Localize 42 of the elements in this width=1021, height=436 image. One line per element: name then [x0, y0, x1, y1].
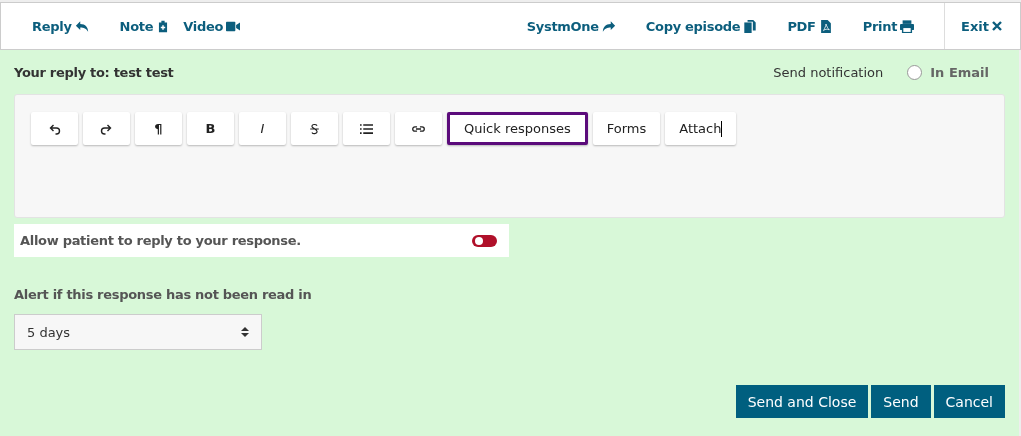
allow-reply-label: Allow patient to reply to your response. — [20, 233, 301, 248]
nav-link[interactable]: Print — [862, 18, 915, 34]
toolbar-button[interactable]: Quick responses — [447, 112, 588, 145]
toolbar-button[interactable]: Forms — [592, 112, 661, 145]
action-button[interactable]: Send and Close — [735, 385, 869, 418]
toolbar-button[interactable] — [395, 112, 442, 145]
toolbar-button[interactable]: I — [239, 112, 286, 145]
days-select[interactable]: 5 days — [14, 314, 262, 350]
toolbar-button[interactable]: B — [187, 112, 234, 145]
nav-link[interactable]: Copy episode — [645, 18, 758, 34]
close-icon — [992, 21, 1002, 31]
toolbar-button[interactable]: ¶ — [135, 112, 182, 145]
pdf-file-icon — [818, 19, 833, 33]
radio-button[interactable] — [907, 64, 923, 80]
radio-label[interactable]: In Email — [930, 64, 989, 80]
copy-icon — [743, 19, 758, 33]
notification-label: Send notification — [773, 64, 884, 80]
action-button[interactable]: Cancel — [933, 385, 1005, 418]
nav-link[interactable]: SystmOne — [526, 18, 616, 34]
toolbar-button[interactable] — [31, 112, 78, 145]
redo-icon — [100, 122, 113, 135]
editor-panel[interactable]: ¶ B I Quick responses Forms Attach — [14, 94, 1005, 218]
alert-label: Alert if this response has not been read in — [14, 287, 313, 302]
nav-link[interactable]: Video — [183, 18, 241, 34]
reply-to-label: Your reply to: test test — [14, 64, 174, 80]
toolbar-button[interactable] — [291, 112, 338, 145]
reply-arrow-icon — [74, 19, 89, 33]
nav-link[interactable]: Reply — [32, 18, 89, 34]
printer-icon — [900, 19, 915, 33]
toolbar-button[interactable] — [343, 112, 390, 145]
nav-link[interactable]: PDF — [787, 18, 833, 34]
share-arrow-icon — [601, 19, 616, 33]
action-button[interactable]: Send — [871, 385, 931, 418]
toggle-switch[interactable] — [472, 234, 497, 247]
undo-icon — [48, 122, 61, 135]
toolbar-button[interactable]: Attach — [665, 112, 737, 145]
list-icon — [360, 122, 373, 135]
video-camera-icon — [226, 19, 241, 33]
nav-link[interactable]: Note — [119, 18, 171, 34]
toolbar-button[interactable] — [83, 112, 130, 145]
strikethrough-icon — [308, 122, 321, 135]
sort-caret-icon — [241, 326, 249, 338]
